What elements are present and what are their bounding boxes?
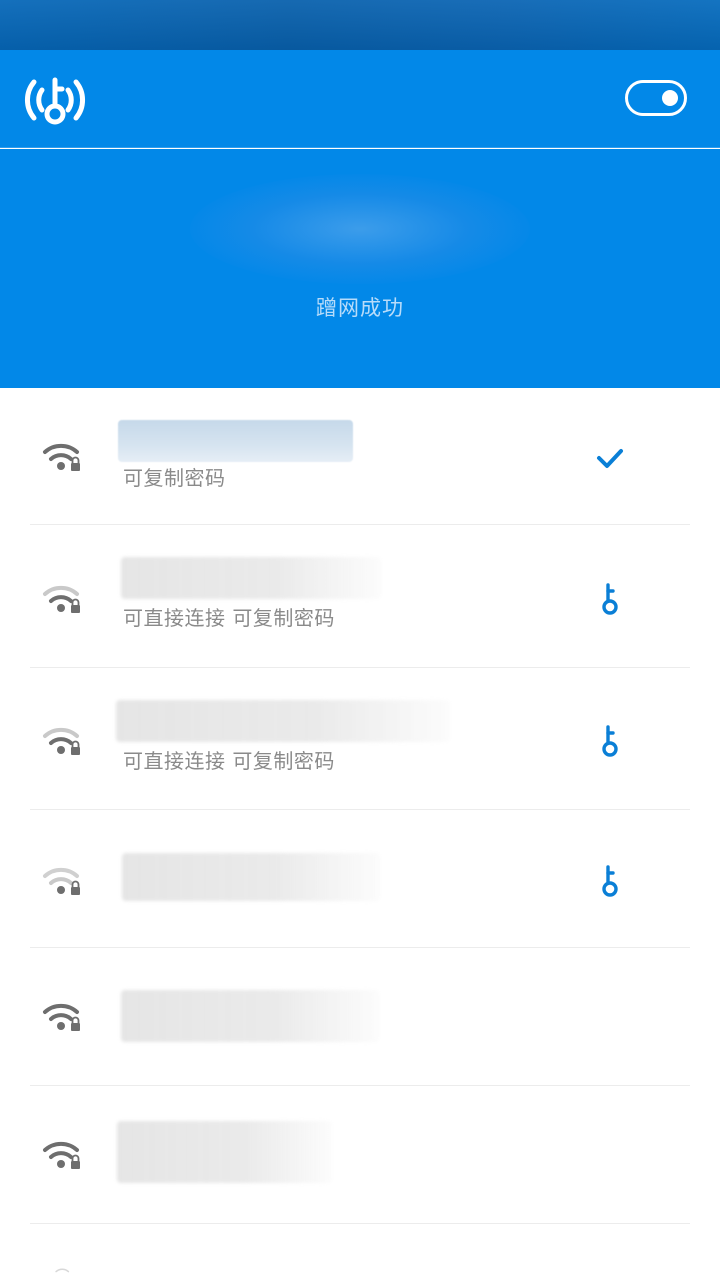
toggle-knob — [662, 90, 678, 106]
network-name-redacted — [117, 1121, 332, 1183]
wifi-list-item[interactable]: 可直接连接 可复制密码 — [30, 669, 690, 810]
app-bar — [0, 50, 720, 148]
wifi-locked-icon — [55, 1268, 70, 1273]
key-icon[interactable] — [595, 724, 625, 758]
network-name-redacted — [122, 853, 380, 901]
wifi-locked-icon — [43, 1141, 80, 1169]
status-bar — [0, 0, 720, 50]
network-name-redacted — [118, 420, 353, 462]
key-icon[interactable] — [595, 864, 625, 898]
hero-blurred-area — [190, 174, 530, 284]
network-name-redacted — [116, 700, 450, 742]
network-subtitle: 可复制密码 — [123, 466, 226, 490]
wifi-locked-icon — [43, 585, 80, 613]
network-name-redacted — [121, 990, 379, 1042]
network-subtitle: 可直接连接 可复制密码 — [123, 606, 335, 630]
wifi-list-item[interactable] — [30, 811, 690, 948]
wifi-list-item[interactable] — [30, 949, 690, 1086]
connection-status-text: 蹭网成功 — [316, 296, 404, 320]
wifi-locked-icon — [43, 1003, 80, 1031]
network-name-redacted — [121, 557, 381, 599]
wifi-list-item[interactable]: 可直接连接 可复制密码 — [30, 526, 690, 668]
checkmark-icon[interactable] — [595, 441, 625, 475]
wifi-locked-icon — [43, 867, 80, 895]
network-subtitle: 可直接连接 可复制密码 — [123, 749, 335, 773]
key-icon[interactable] — [595, 582, 625, 616]
wifi-locked-icon — [43, 443, 80, 471]
hero-panel: 蹭网成功 — [0, 149, 720, 388]
wifi-list-item[interactable] — [30, 1087, 690, 1224]
toggle-switch[interactable] — [625, 80, 687, 116]
wifi-list-item-partial[interactable] — [30, 1225, 690, 1280]
wifi-list-item[interactable]: 可复制密码 — [30, 388, 690, 525]
wifi-key-logo-icon — [22, 70, 88, 130]
wifi-locked-icon — [43, 727, 80, 755]
